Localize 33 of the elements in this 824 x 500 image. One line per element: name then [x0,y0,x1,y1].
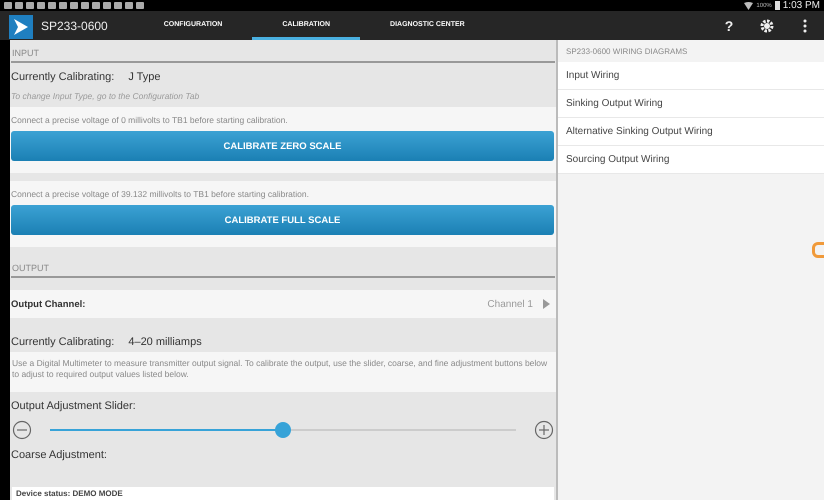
slider-thumb[interactable] [275,422,291,438]
channel-value: Channel 1 [487,298,533,310]
clock-time: 1:03 PM [782,0,820,11]
wiring-header: SP233-0600 WIRING DIAGRAMS [565,46,688,58]
wiring-item[interactable]: Alternative Sinking Output Wiring [558,118,824,146]
instruction-text: Connect a precise voltage of 0 millivolts to TB1 before starting calibration. [11,115,289,125]
wifi-icon [744,2,754,10]
output-channel-row[interactable]: Output Channel: Channel 1 [10,290,556,318]
minus-icon[interactable] [12,420,32,440]
wiring-item[interactable]: Sourcing Output Wiring [558,146,824,174]
description-text: Use a Digital Multimeter to measure transmitter output signal. To calibrate the output, use the slider, coarse, and fine adjustment buttons below to adjust to required output values listed below. [10,352,556,392]
app-logo-icon [9,14,33,38]
calibrate-button[interactable]: CALIBRATE ZERO SCALE [11,131,554,161]
help-button[interactable]: ? [710,11,748,40]
slider-label: Output Adjustment Slider: [11,400,136,412]
calibrate-button[interactable]: CALIBRATE FULL SCALE [11,205,554,235]
calibrating-value: 4–20 milliamps [128,336,202,348]
channel-label: Output Channel: [11,298,86,310]
calibrating-value: J Type [128,71,161,83]
section-header: INPUT [11,40,555,63]
chevron-right-icon [543,299,550,309]
calibrating-label: Currently Calibrating: [11,71,114,83]
app-title: SP233-0600 [41,18,108,32]
plus-icon[interactable] [534,420,554,440]
calibrating-label: Currently Calibrating: [11,336,114,348]
instruction-text: Connect a precise voltage of 39.132 millivolts to TB1 before starting calibration. [11,189,310,199]
hint-text: To change Input Type, go to the Configuration Tab [10,90,200,103]
device-status: Device status: DEMO MODE [12,487,554,500]
wiring-item[interactable]: Input Wiring [558,62,824,90]
wiring-item[interactable]: Sinking Output Wiring [558,90,824,118]
coarse-label: Coarse Adjustment: [11,449,107,462]
section-header: OUTPUT [11,255,555,278]
battery-icon [774,1,780,10]
